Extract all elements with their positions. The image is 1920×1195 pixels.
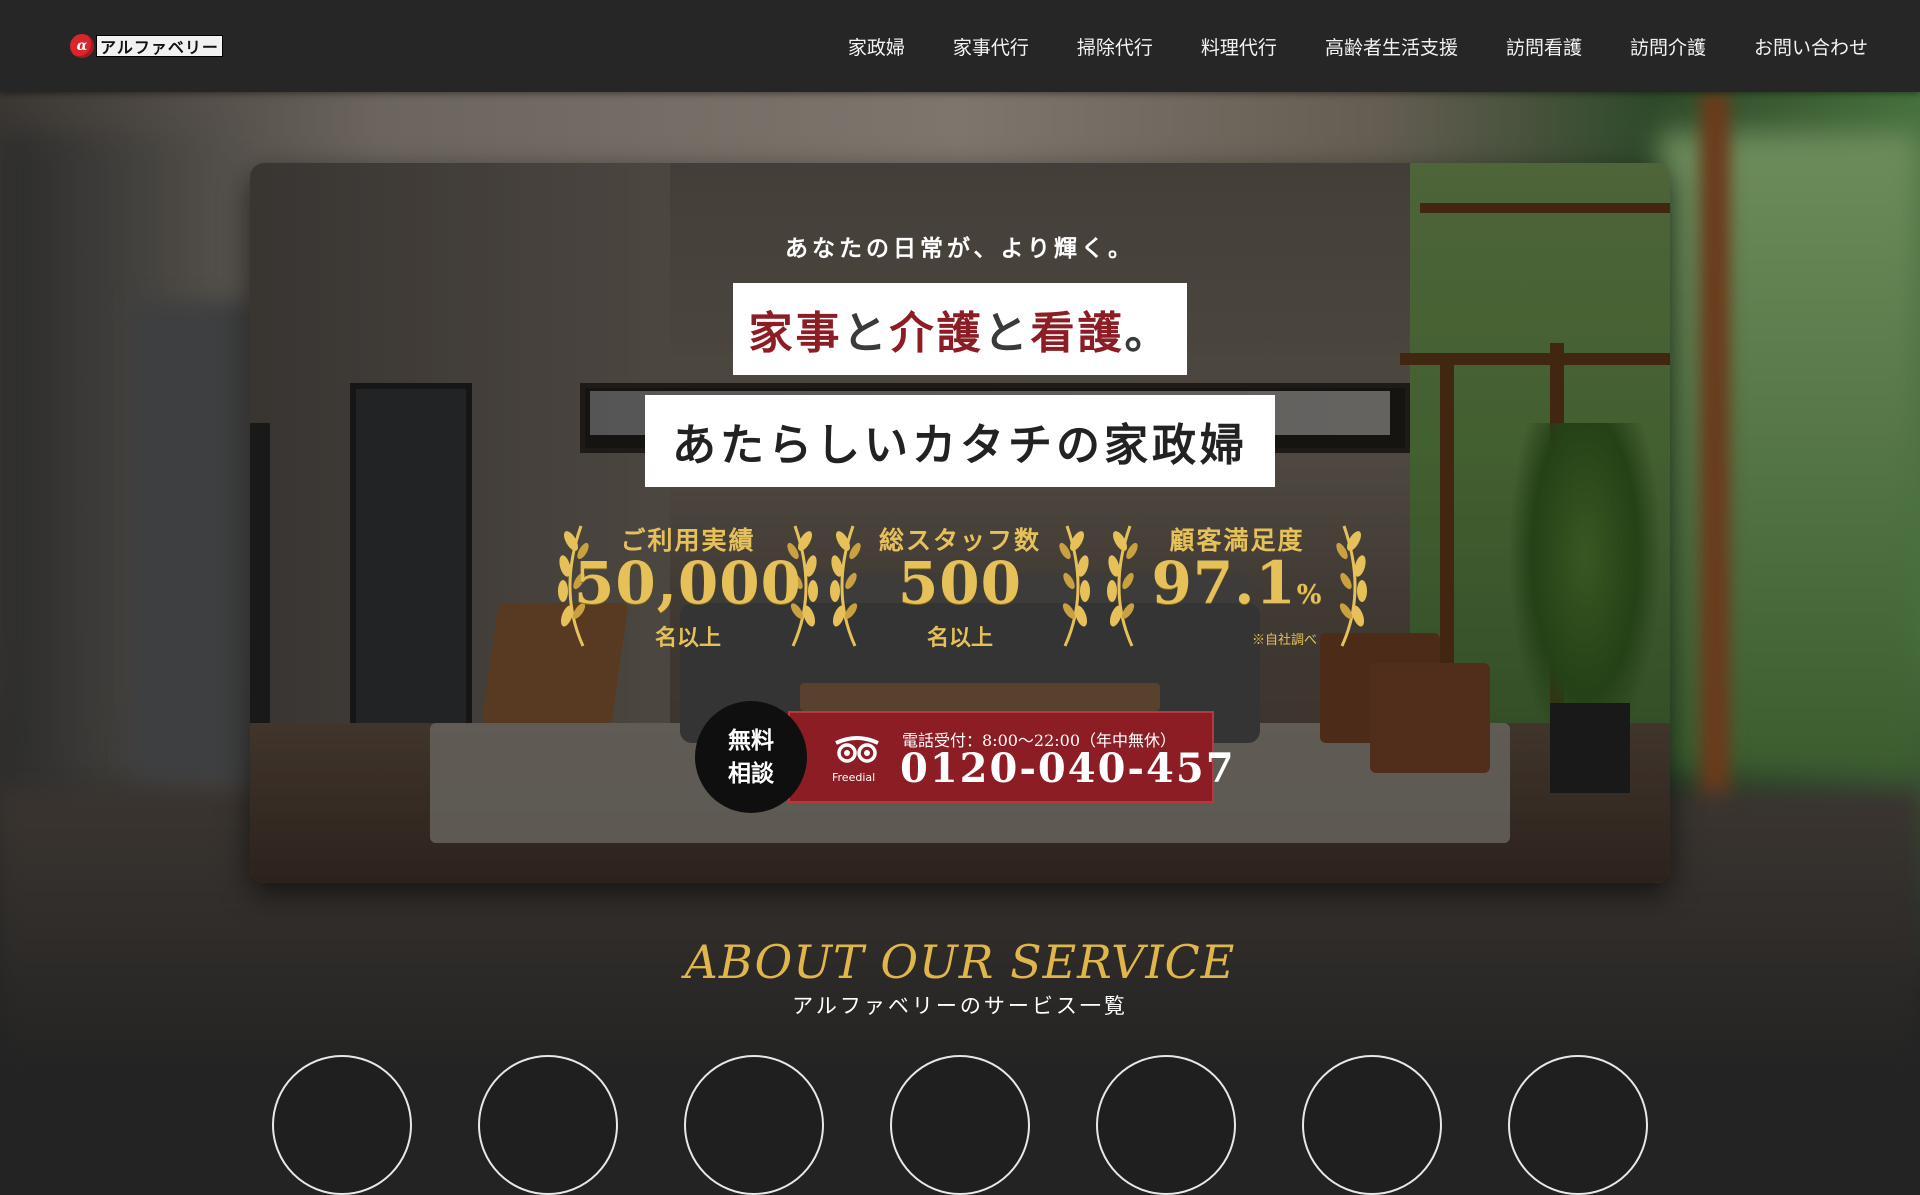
stat-value: 97.1	[1151, 549, 1297, 617]
hero-banner: あなたの日常が、より輝く。 家事と介護と看護。 あたらしいカタチの家政婦 ご利用…	[250, 163, 1670, 883]
headline-word-housework: 家事	[748, 308, 843, 359]
headline-particle: と	[842, 308, 890, 359]
service-list	[0, 1055, 1920, 1195]
freedial-label: Freedial	[832, 771, 876, 784]
bg-window-frame	[1700, 92, 1730, 852]
stat-value-wrap: 97.1%	[1102, 549, 1372, 617]
badge-line: 無料	[728, 727, 774, 754]
bg-door	[130, 302, 250, 782]
stat-unit: 名以上	[654, 625, 721, 651]
nav-item-cleaning[interactable]: 掃除代行	[1077, 33, 1153, 60]
nav-item-housework[interactable]: 家事代行	[953, 33, 1029, 60]
nav-item-contact[interactable]: お問い合わせ	[1754, 33, 1868, 60]
bg-window	[1660, 132, 1920, 772]
headline-word-nursing: 看護	[1030, 308, 1125, 359]
about-title: ABOUT OUR SERVICE	[684, 935, 1236, 989]
stat-unit: %	[1296, 580, 1323, 610]
badge-line: 相談	[728, 760, 774, 787]
logo-mark-icon: α	[70, 34, 94, 58]
site-logo[interactable]: α アルファベリー	[70, 34, 223, 58]
headline-particle: と	[983, 308, 1031, 359]
stat-staff: 総スタッフ数 500 名以上	[825, 513, 1095, 663]
hero-headline-primary: 家事と介護と看護。	[733, 283, 1187, 375]
nav-item-cooking[interactable]: 料理代行	[1201, 33, 1277, 60]
nav-item-kaseifu[interactable]: 家政婦	[848, 33, 905, 60]
about-subtitle: アルファベリーのサービス一覧	[792, 994, 1128, 1018]
logo-text: アルファベリー	[96, 35, 223, 57]
free-consultation-badge[interactable]: 無料 相談	[695, 701, 807, 813]
hero-tagline: あなたの日常が、より輝く。	[784, 235, 1136, 262]
nav-item-elderly-support[interactable]: 高齢者生活支援	[1325, 33, 1458, 60]
site-header: α アルファベリー 家政婦 家事代行 掃除代行 料理代行 高齢者生活支援 訪問看…	[0, 0, 1920, 92]
service-card[interactable]	[1096, 1055, 1236, 1195]
service-card[interactable]	[272, 1055, 412, 1195]
stat-unit: 名以上	[926, 625, 993, 651]
freedial-icon	[835, 736, 879, 763]
stat-value: 50,000	[574, 549, 802, 617]
phone-cta-button[interactable]: Freedial 電話受付：8:00〜22:00（年中無休） 0120-040-…	[788, 711, 1234, 803]
stat-note: ※自社調べ	[1252, 633, 1318, 648]
service-card[interactable]	[1508, 1055, 1648, 1195]
headline-period: 。	[1124, 308, 1172, 359]
nav-item-home-nursing[interactable]: 訪問看護	[1506, 33, 1582, 60]
hero-headline-secondary: あたらしいカタチの家政婦	[645, 395, 1275, 487]
stat-value: 500	[897, 549, 1023, 617]
nav-item-home-care[interactable]: 訪問介護	[1630, 33, 1706, 60]
service-card[interactable]	[684, 1055, 824, 1195]
headline-word-care: 介護	[889, 308, 984, 359]
main-nav: 家政婦 家事代行 掃除代行 料理代行 高齢者生活支援 訪問看護 訪問介護 お問い…	[800, 0, 1868, 92]
service-card[interactable]	[1302, 1055, 1442, 1195]
stat-satisfaction: 顧客満足度 97.1% ※自社調べ	[1102, 513, 1372, 663]
service-card[interactable]	[890, 1055, 1030, 1195]
stat-usage: ご利用実績 50,000 名以上	[553, 513, 823, 663]
phone-number[interactable]: 0120-040-457	[900, 745, 1236, 792]
service-card[interactable]	[478, 1055, 618, 1195]
